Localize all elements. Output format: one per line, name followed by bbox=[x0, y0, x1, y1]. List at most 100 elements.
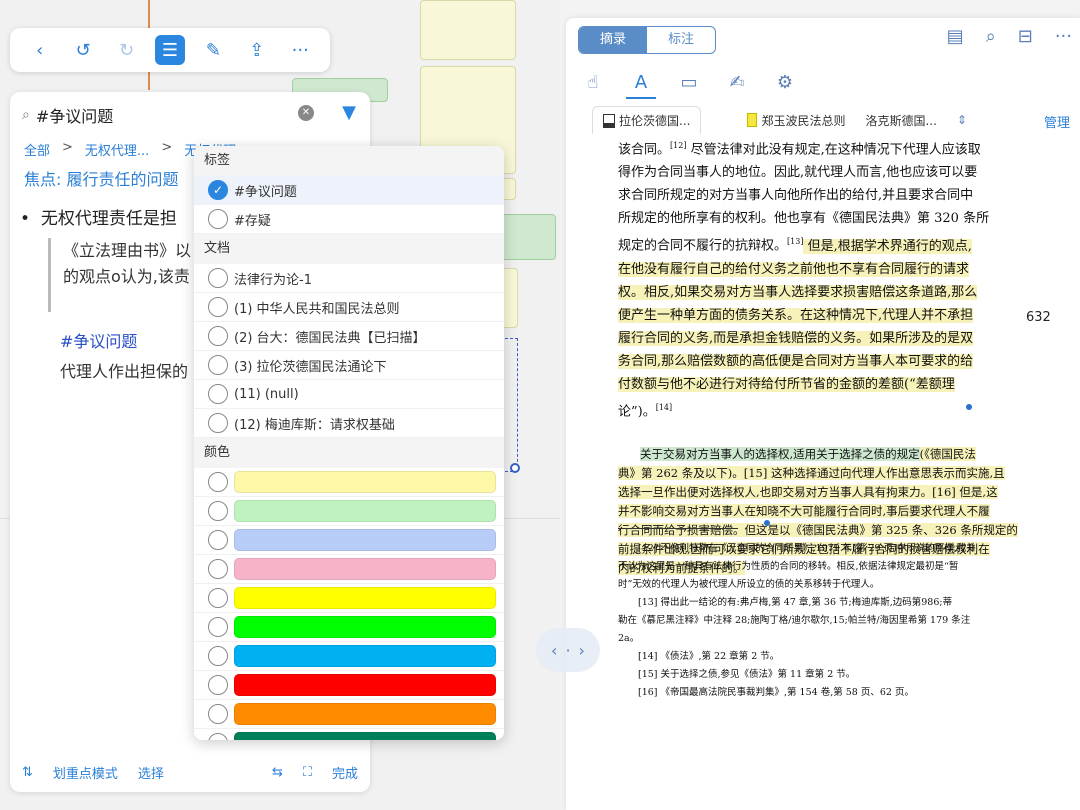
doc-option-label: (1) 中华人民共和国民法总则 bbox=[234, 301, 400, 317]
text-line: 权。相反,如果交易对方当事人选择要求损害赔偿这条道路,那么 bbox=[618, 284, 978, 300]
sort-icon[interactable]: ⇅ bbox=[22, 765, 33, 780]
radio-icon bbox=[208, 501, 228, 521]
manage-button[interactable]: 管理 bbox=[1044, 112, 1070, 131]
mindmap-node[interactable] bbox=[500, 214, 556, 260]
fullscreen-icon[interactable]: ⛶ bbox=[303, 765, 312, 780]
document-tab[interactable]: 郑玉波民法总则 bbox=[737, 112, 855, 129]
search-bar[interactable]: ⌕ #争议问题 bbox=[18, 100, 298, 130]
footnote-line: [16] 《帝国最高法院民事裁判集》,第 154 卷,第 58 页、62 页。 bbox=[638, 687, 914, 698]
more-icon[interactable]: ··· bbox=[285, 35, 315, 65]
done-button[interactable]: 完成 bbox=[332, 763, 358, 782]
more-icon[interactable]: ··· bbox=[1055, 26, 1072, 47]
footnotes[interactable]: [12] 不像利特勒在《无合同的合同后果》,1979 年(第 29 页)中所说的… bbox=[618, 540, 1018, 702]
filter-icon[interactable]: ▼ bbox=[338, 102, 360, 124]
footnote-line: 勒在《慕尼黑注释》中注释 28;施陶丁格/迪尔歇尔,15;帕兰特/海因里希第 1… bbox=[618, 615, 971, 626]
outline-item-text: 无权代理责任是担 bbox=[40, 209, 177, 229]
footnote-line: [13] 得出此一结论的有:弗卢梅,第 47 章,第 36 节;梅迪库斯,边码第… bbox=[638, 597, 953, 608]
text-highlight-icon[interactable]: A bbox=[626, 72, 656, 99]
text-line: 规定的合同不履行的抗辩权。[13] 但是,根据学术界通行的观点, bbox=[618, 237, 972, 254]
color-option[interactable] bbox=[194, 584, 504, 613]
redo-icon[interactable]: ↻ bbox=[112, 35, 142, 65]
document-tab[interactable]: 洛克斯德国... bbox=[855, 112, 946, 129]
doc-option[interactable]: (2) 台大：德国民法典【已扫描】 bbox=[194, 322, 504, 351]
tag-label[interactable]: #争议问题 bbox=[60, 328, 137, 352]
rectangle-icon[interactable]: ▭ bbox=[674, 72, 704, 99]
radio-icon bbox=[208, 297, 228, 317]
doc-option-label: (12) 梅迪库斯：请求权基础 bbox=[234, 417, 395, 433]
document-icon[interactable]: ▤ bbox=[947, 26, 964, 47]
radio-icon bbox=[208, 326, 228, 346]
color-swatch bbox=[234, 471, 496, 493]
text-line: 选择一旦作出便对选择权人,也即交易对方当事人具有拘束力。[16] 但是,这 bbox=[618, 484, 998, 499]
excerpt-tab[interactable]: 摘录 bbox=[579, 27, 647, 53]
document-tab[interactable]: 拉伦茨德国... bbox=[592, 106, 702, 134]
doc-option[interactable]: (11) (null) bbox=[194, 380, 504, 409]
filter-dropdown: 标签 ✓ #争议问题 #存疑 文档 法律行为论-1 (1) 中华人民共和国民法总… bbox=[194, 146, 504, 740]
doc-option[interactable]: (12) 梅迪库斯：请求权基础 bbox=[194, 409, 504, 438]
color-option[interactable] bbox=[194, 526, 504, 555]
tag-option-label: #争议问题 bbox=[234, 184, 297, 200]
color-option[interactable] bbox=[194, 497, 504, 526]
highlight-mode-button[interactable]: 划重点模式 bbox=[53, 763, 118, 782]
color-option[interactable] bbox=[194, 555, 504, 584]
hand-icon[interactable]: ☝ bbox=[578, 72, 608, 99]
radio-icon bbox=[208, 472, 228, 492]
breadcrumb-separator: > bbox=[161, 140, 173, 155]
back-icon[interactable]: ‹ bbox=[25, 35, 55, 65]
settings-icon[interactable]: ⚙ bbox=[770, 72, 800, 99]
edit-icon[interactable]: ✎ bbox=[198, 35, 228, 65]
selection-handle[interactable] bbox=[966, 404, 972, 410]
mindmap-node[interactable] bbox=[420, 0, 516, 60]
color-option[interactable] bbox=[194, 613, 504, 642]
footnote-line: 2a。 bbox=[618, 633, 640, 644]
selection-handle[interactable] bbox=[764, 520, 770, 526]
text-line: 行合同而给予损害赔偿。但这是以《德国民法典》第 325 条、326 条所规定的 bbox=[618, 522, 1018, 537]
color-option[interactable] bbox=[194, 671, 504, 700]
undo-icon[interactable]: ↺ bbox=[68, 35, 98, 65]
color-option[interactable] bbox=[194, 468, 504, 497]
doc-option[interactable]: (1) 中华人民共和国民法总则 bbox=[194, 293, 504, 322]
page-nav-pill[interactable]: ‹ · › bbox=[536, 628, 600, 672]
page-text[interactable]: 该合同。[12] 尽管法律对此没有规定,在这种情况下代理人应该取 得作为合同当事人… bbox=[618, 134, 1018, 578]
text-line: 该合同。[12] 尽管法律对此没有规定,在这种情况下代理人应该取 bbox=[618, 141, 981, 158]
chevron-right-icon[interactable]: › bbox=[579, 641, 585, 660]
dot-icon: · bbox=[565, 640, 571, 660]
bookmark-icon[interactable]: ⊟ bbox=[1018, 26, 1033, 47]
selection-handle[interactable] bbox=[510, 463, 520, 473]
color-swatch bbox=[234, 587, 496, 609]
text-line: 务合同,那么赔偿数额的高低便是合同对方当事人本可要求的给 bbox=[618, 353, 974, 369]
text-line: 在他没有履行自己的给付义务之前他也不享有合同履行的请求 bbox=[618, 261, 970, 277]
color-option[interactable] bbox=[194, 642, 504, 671]
footnote-line: 不认为这里是一种具有法律行为性质的合同的移转。相反,依据法律规定最初是“暂 bbox=[618, 561, 959, 572]
footnote-line: [12] 不像利特勒在《无合同的合同后果》,1979 年(第 29 页)中所说的… bbox=[638, 543, 976, 554]
page-number: 632 bbox=[1026, 310, 1051, 325]
tag-option[interactable]: #存疑 bbox=[194, 205, 504, 234]
tag-option-label: #存疑 bbox=[234, 213, 271, 229]
doc-option[interactable]: 法律行为论-1 bbox=[194, 264, 504, 293]
lock-icon[interactable]: ⇆ bbox=[272, 765, 283, 780]
share-icon[interactable]: ⇪ bbox=[242, 35, 272, 65]
outline-item[interactable]: • 无权代理责任是担 bbox=[20, 204, 177, 229]
color-option[interactable] bbox=[194, 729, 504, 740]
radio-icon bbox=[208, 559, 228, 579]
freehand-icon[interactable]: ✍ bbox=[722, 72, 752, 99]
outline-icon[interactable]: ☰ bbox=[154, 35, 185, 65]
annotate-tab[interactable]: 标注 bbox=[647, 27, 715, 53]
chevron-left-icon[interactable]: ‹ bbox=[551, 641, 557, 660]
color-option[interactable] bbox=[194, 700, 504, 729]
breadcrumb-item[interactable]: 无权代理... bbox=[85, 140, 149, 159]
search-icon[interactable]: ⌕ bbox=[986, 26, 996, 47]
breadcrumb-item[interactable]: 全部 bbox=[24, 140, 50, 159]
pdf-reader: 摘录 标注 ▤ ⌕ ⊟ ··· ☝ A ▭ ✍ ⚙ 拉伦茨德国... 郑玉波民法… bbox=[566, 18, 1080, 810]
section-docs: 文档 bbox=[194, 234, 504, 264]
select-button[interactable]: 选择 bbox=[138, 763, 164, 782]
doc-option-label: (3) 拉伦茨德国民法通论下 bbox=[234, 359, 387, 375]
doc-option[interactable]: (3) 拉伦茨德国民法通论下 bbox=[194, 351, 504, 380]
search-input[interactable]: #争议问题 bbox=[36, 103, 113, 127]
outline-note[interactable]: 代理人作出担保的 bbox=[60, 358, 188, 382]
text-line: 并不影响交易对方当事人在知晓不大可能履行合同时,事后要求代理人不履 bbox=[618, 503, 990, 518]
clear-search-icon[interactable]: ✕ bbox=[298, 105, 314, 121]
tag-option[interactable]: ✓ #争议问题 bbox=[194, 176, 504, 205]
reorder-icon[interactable]: ⇕ bbox=[957, 113, 967, 127]
doc-option-label: (2) 台大：德国民法典【已扫描】 bbox=[234, 330, 426, 346]
